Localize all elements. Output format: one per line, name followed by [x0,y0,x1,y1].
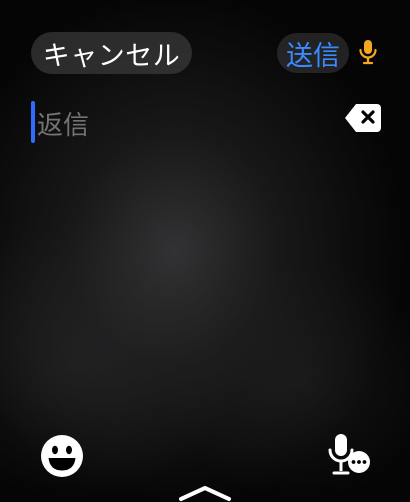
microphone-icon[interactable] [358,39,378,65]
text-cursor [31,101,35,143]
delete-backspace-icon[interactable] [344,102,382,134]
emoji-smiley-icon [41,435,83,477]
cancel-button[interactable]: キャンセル [31,32,192,74]
emoji-button[interactable] [26,420,98,492]
reply-input[interactable]: 返信 [37,104,89,142]
microphone-with-ellipsis-icon[interactable] [326,432,372,478]
watch-screen: キャンセル 送信 返信 [0,0,410,502]
send-button[interactable]: 送信 [277,33,349,73]
chevron-up-icon[interactable] [178,484,232,502]
